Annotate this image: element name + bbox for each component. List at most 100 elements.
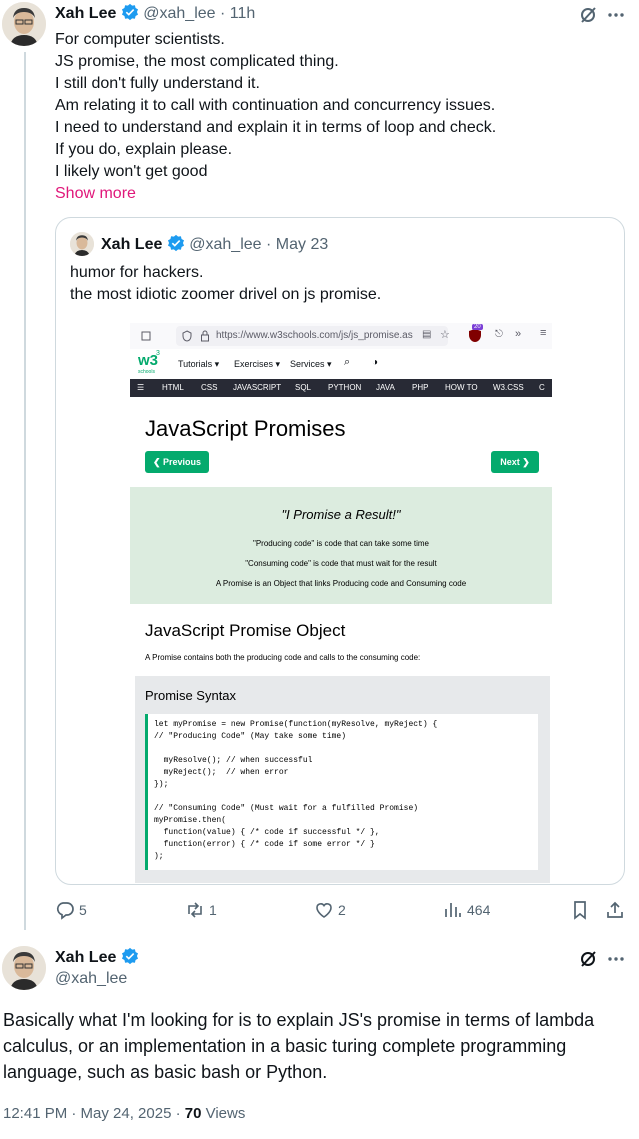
nav-sql: SQL [295, 383, 312, 392]
author-name[interactable]: Xah Lee [55, 5, 116, 22]
quote-line: the most idiotic zoomer drivel on js pro… [70, 286, 382, 303]
theme-toggle-icon: ◑ [372, 357, 379, 368]
verified-icon [121, 947, 138, 965]
tweet-meta: 12:41 PM · May 24, 2025 · 70 Views [3, 1105, 245, 1122]
tweet-time[interactable]: · 11h [220, 5, 255, 22]
tweet-line: I likely won't get good [55, 163, 208, 180]
code-block: let myPromise = new Promise(function(myR… [145, 714, 538, 870]
ublock-icon [469, 329, 481, 342]
tweet-line: I still don't fully understand it. [55, 75, 260, 92]
w3-logo: w3 [138, 352, 159, 369]
main-author-handle[interactable]: @xah_lee [55, 970, 127, 988]
quoted-tweet[interactable]: Xah Lee @xah_lee · May 23 humor for hack… [55, 217, 625, 885]
w3-logo-small: schools [138, 369, 155, 375]
views-label: Views [201, 1105, 246, 1122]
nav-javascript: JAVASCRIPT [233, 383, 282, 392]
nav-c: C [539, 383, 545, 392]
show-more-link[interactable]: Show more [55, 183, 615, 205]
object-description: A Promise contains both the producing co… [145, 653, 421, 662]
w3-search-icon: ⌕ [344, 356, 351, 368]
reader-icon: ▤ [422, 329, 432, 340]
thread-line [24, 52, 26, 930]
syntax-panel: Promise Syntax let myPromise = new Promi… [135, 676, 550, 883]
quote-body: humor for hackers. the most idiotic zoom… [70, 262, 381, 306]
tweet-line: I need to understand and explain it in t… [55, 119, 497, 136]
action-bar: 5 1 2 464 [0, 898, 639, 922]
menu-exercises: Exercises ▾ [234, 359, 281, 369]
w3-dark-nav: ☰ HTML CSS JAVASCRIPT SQL PYTHON JAVA PH… [130, 379, 552, 397]
more-icon[interactable] [606, 5, 626, 25]
grok-icon[interactable] [578, 949, 598, 969]
quote-date: · May 23 [266, 236, 329, 253]
like-count: 2 [338, 902, 346, 918]
w3-navbar: w3 3 schools Tutorials ▾ Exercises ▾ Ser… [130, 349, 552, 379]
nav-python: PYTHON [328, 383, 362, 392]
quote-header: Xah Lee @xah_lee · May 23 [101, 234, 328, 254]
author-handle[interactable]: @xah_lee [143, 5, 215, 22]
repost-count: 1 [209, 902, 217, 918]
quote-avatar [70, 232, 94, 256]
grok-icon[interactable] [578, 5, 598, 25]
tweet-body: For computer scientists. JS promise, the… [55, 29, 615, 205]
nav-css: CSS [201, 383, 218, 392]
tweet-line: JS promise, the most complicated thing. [55, 53, 339, 70]
like-button[interactable]: 2 [314, 898, 346, 922]
quote-author-handle: @xah_lee [189, 236, 262, 253]
w3-logo-sup: 3 [156, 350, 160, 357]
w3-page-title: JavaScript Promises [145, 416, 346, 441]
extension-icon [141, 331, 151, 341]
tweet-line: Am relating it to call with continuation… [55, 97, 496, 114]
promise-line: "Consuming code" is code that must wait … [245, 559, 437, 568]
quote-line: humor for hackers. [70, 264, 204, 281]
views-number: 70 [184, 1105, 202, 1122]
lock-icon [201, 330, 209, 342]
main-author-name[interactable]: Xah Lee [55, 949, 116, 966]
quote-author-name: Xah Lee [101, 236, 163, 253]
next-button: Next ❯ [491, 451, 539, 473]
avatar[interactable] [2, 2, 46, 46]
overflow-icon: » [515, 328, 522, 340]
syntax-title: Promise Syntax [145, 688, 237, 703]
shield-icon [182, 330, 192, 342]
tweet-timestamp[interactable]: 12:41 PM · May 24, 2025 · [3, 1105, 185, 1122]
tweet-line: If you do, explain please. [55, 141, 233, 158]
menu-tutorials: Tutorials ▾ [178, 359, 220, 369]
nav-java: JAVA [376, 383, 395, 392]
menu-services: Services ▾ [290, 359, 332, 369]
views-icon [445, 903, 461, 917]
bookmark-icon[interactable] [570, 900, 590, 920]
nav-howto: HOW TO [445, 383, 478, 392]
reply-button[interactable]: 5 [55, 898, 87, 922]
views-button[interactable]: 464 [443, 898, 490, 922]
promise-note: "I Promise a Result!" "Producing code" i… [130, 487, 552, 604]
main-avatar[interactable] [2, 946, 46, 990]
promise-line: A Promise is an Object that links Produc… [215, 579, 467, 588]
browser-toolbar: https://www.w3schools.com/js/js_promise.… [130, 323, 552, 349]
nav-w3css: W3.CSS [493, 383, 524, 392]
hamburger-icon: ☰ [137, 383, 145, 392]
promise-line: "Producing code" is code that can take s… [253, 539, 429, 548]
extension-badge: 20 [472, 324, 483, 330]
previous-button: ❮ Previous [145, 451, 209, 473]
menu-icon: ≡ [540, 327, 547, 339]
like-icon [316, 903, 332, 918]
main-tweet-text: Basically what I'm looking for is to exp… [3, 1010, 595, 1082]
url-bar: https://www.w3schools.com/js/js_promise.… [176, 326, 448, 346]
url-text: https://www.w3schools.com/js/js_promise.… [216, 330, 413, 341]
share-icon[interactable] [605, 900, 625, 920]
tweet-header: Xah Lee @xah_lee · 11h [55, 3, 255, 23]
repost-icon [188, 902, 202, 918]
verified-icon [167, 234, 184, 252]
more-icon[interactable] [606, 949, 626, 969]
main-author: Xah Lee [55, 947, 139, 967]
tweet-line: For computer scientists. [55, 31, 225, 48]
view-count: 464 [467, 902, 491, 918]
promise-quote: "I Promise a Result!" [281, 507, 401, 522]
reply-count: 5 [79, 902, 87, 918]
account-icon: ⎋ [495, 329, 503, 340]
nav-html: HTML [162, 383, 184, 392]
nav-php: PHP [412, 383, 429, 392]
repost-button[interactable]: 1 [185, 898, 217, 922]
quote-image[interactable]: https://www.w3schools.com/js/js_promise.… [130, 323, 552, 883]
reply-icon [56, 902, 74, 920]
